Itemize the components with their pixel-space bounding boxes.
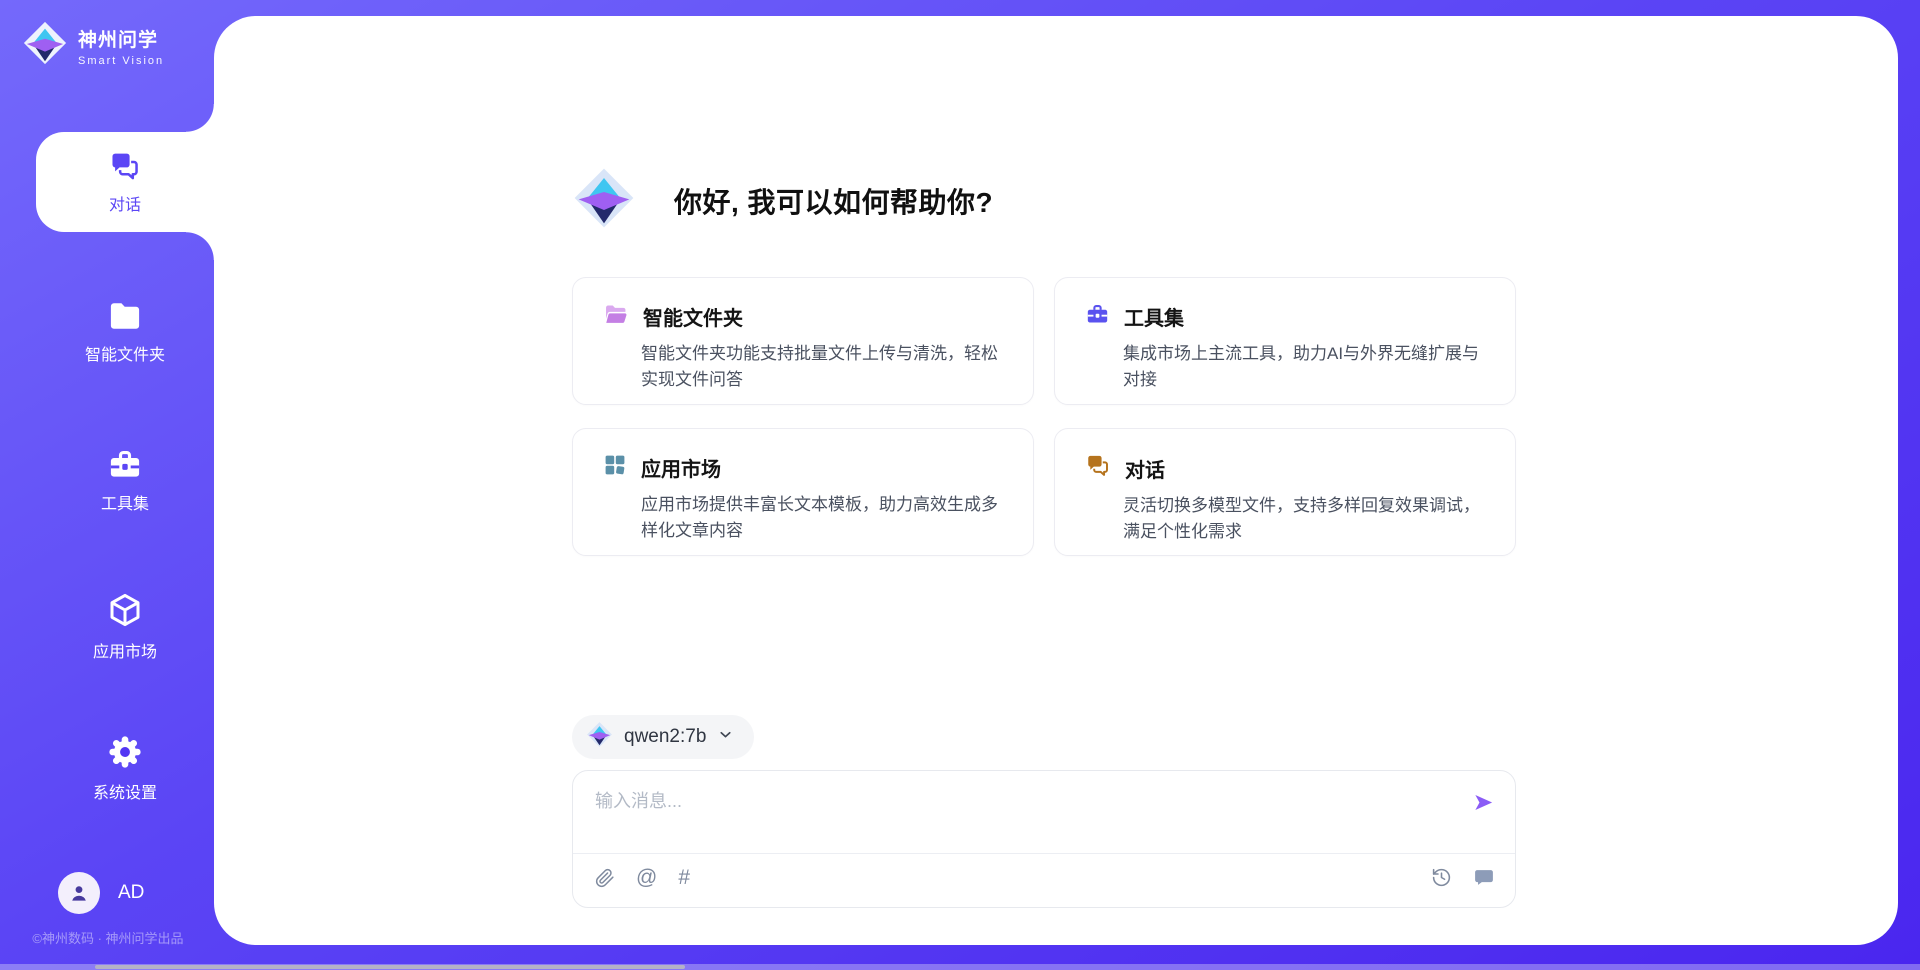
chat-icon <box>1085 453 1111 483</box>
card-app-market[interactable]: 应用市场 应用市场提供丰富长文本模板，助力高效生成多样化文章内容 <box>572 428 1034 556</box>
attachment-icon[interactable] <box>595 868 615 888</box>
sidebar-footer: ©神州数码 · 神州问学出品 <box>10 928 206 947</box>
scrollbar-thumb[interactable] <box>95 965 685 969</box>
folder-icon <box>107 300 143 332</box>
sidebar-item-label: 智能文件夹 <box>85 341 165 365</box>
history-icon[interactable] <box>1431 867 1452 888</box>
app-window: 神州问学 Smart Vision 对话 智能文件夹 <box>0 0 1920 970</box>
sidebar-item-label: 对话 <box>109 191 141 215</box>
cube-icon <box>106 591 144 629</box>
sidebar-item-chat[interactable]: 对话 <box>36 132 214 232</box>
chat-icon <box>108 150 142 182</box>
card-description: 灵活切换多模型文件，支持多样回复效果调试，满足个性化需求 <box>1123 493 1485 544</box>
card-description: 集成市场上主流工具，助力AI与外界无缝扩展与对接 <box>1123 341 1485 392</box>
sidebar-item-settings[interactable]: 系统设置 <box>36 718 214 818</box>
sidebar-item-smart-folder[interactable]: 智能文件夹 <box>36 282 214 382</box>
main-panel: 你好, 我可以如何帮助你? 智能文件夹 智能文件夹功能支持批量文件上传与清洗，轻… <box>214 16 1898 945</box>
card-toolset[interactable]: 工具集 集成市场上主流工具，助力AI与外界无缝扩展与对接 <box>1054 277 1516 405</box>
diamond-logo-icon <box>22 20 68 71</box>
sidebar: 神州问学 Smart Vision 对话 智能文件夹 <box>0 0 214 970</box>
sidebar-item-label: 工具集 <box>101 490 149 514</box>
composer-divider <box>573 853 1515 854</box>
hashtag-icon[interactable]: # <box>678 868 690 888</box>
diamond-logo-icon <box>586 721 613 753</box>
chat-bubble-icon[interactable] <box>1473 867 1495 888</box>
user-profile[interactable]: AD <box>58 872 144 914</box>
briefcase-icon <box>1085 302 1110 331</box>
card-title: 工具集 <box>1124 302 1184 331</box>
toolbox-icon <box>107 447 143 481</box>
horizontal-scrollbar[interactable] <box>0 964 1920 970</box>
grid-icon <box>603 453 627 482</box>
greeting-title: 你好, 我可以如何帮助你? <box>674 181 993 221</box>
sidebar-item-label: 系统设置 <box>93 779 157 803</box>
feature-cards: 智能文件夹 智能文件夹功能支持批量文件上传与清洗，轻松实现文件问答 <box>572 277 1516 556</box>
folder-open-icon <box>603 303 629 330</box>
sidebar-item-label: 应用市场 <box>93 638 157 662</box>
chevron-down-icon <box>717 726 734 748</box>
diamond-logo-icon <box>572 166 636 235</box>
sidebar-item-app-market[interactable]: 应用市场 <box>36 576 214 676</box>
brand-name: 神州问学 <box>78 25 164 52</box>
card-title: 对话 <box>1125 454 1165 483</box>
card-title: 智能文件夹 <box>643 302 743 331</box>
send-icon[interactable] <box>1472 791 1495 819</box>
card-title: 应用市场 <box>641 453 721 482</box>
gear-icon <box>107 734 143 770</box>
message-input[interactable] <box>595 787 1455 843</box>
message-composer: @ # <box>572 770 1516 908</box>
card-chat[interactable]: 对话 灵活切换多模型文件，支持多样回复效果调试，满足个性化需求 <box>1054 428 1516 556</box>
card-description: 智能文件夹功能支持批量文件上传与清洗，轻松实现文件问答 <box>641 341 1003 392</box>
model-selector[interactable]: qwen2:7b <box>572 715 754 759</box>
sidebar-item-toolset[interactable]: 工具集 <box>36 430 214 530</box>
greeting-block: 你好, 我可以如何帮助你? <box>572 166 993 235</box>
user-initials: AD <box>118 882 144 904</box>
card-description: 应用市场提供丰富长文本模板，助力高效生成多样化文章内容 <box>641 492 1003 543</box>
avatar <box>58 872 100 914</box>
brand-subtitle: Smart Vision <box>78 55 164 67</box>
brand-logo: 神州问学 Smart Vision <box>22 20 164 71</box>
model-name: qwen2:7b <box>624 726 706 748</box>
card-smart-folder[interactable]: 智能文件夹 智能文件夹功能支持批量文件上传与清洗，轻松实现文件问答 <box>572 277 1034 405</box>
mention-icon[interactable]: @ <box>636 868 657 888</box>
